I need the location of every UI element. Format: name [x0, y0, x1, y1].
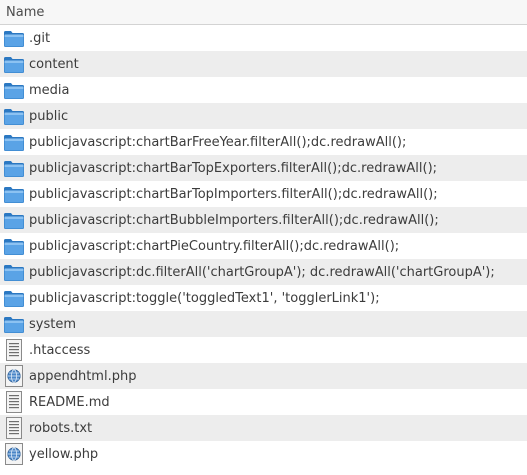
- file-name: .git: [29, 30, 51, 46]
- folder-icon: [3, 27, 25, 49]
- text-file-icon: [3, 339, 25, 361]
- folder-icon: [3, 209, 25, 231]
- folder-icon: [3, 53, 25, 75]
- file-name: publicjavascript:chartBarFreeYear.filter…: [29, 134, 407, 150]
- file-name: system: [29, 316, 76, 332]
- file-row[interactable]: publicjavascript:chartPieCountry.filterA…: [0, 233, 527, 259]
- file-row[interactable]: public: [0, 103, 527, 129]
- folder-icon: [3, 105, 25, 127]
- file-name: appendhtml.php: [29, 368, 137, 384]
- file-row[interactable]: robots.txt: [0, 415, 527, 441]
- folder-icon: [3, 131, 25, 153]
- file-name: publicjavascript:dc.filterAll('chartGrou…: [29, 264, 495, 280]
- folder-icon: [3, 79, 25, 101]
- file-name: README.md: [29, 394, 110, 410]
- file-row[interactable]: publicjavascript:chartBarFreeYear.filter…: [0, 129, 527, 155]
- file-row[interactable]: .git: [0, 25, 527, 51]
- text-file-icon: [3, 417, 25, 439]
- column-header-label: Name: [6, 4, 45, 20]
- file-row[interactable]: content: [0, 51, 527, 77]
- column-header-name[interactable]: Name: [0, 0, 527, 25]
- folder-icon: [3, 157, 25, 179]
- folder-icon: [3, 235, 25, 257]
- file-row[interactable]: publicjavascript:toggle('toggledText1', …: [0, 285, 527, 311]
- folder-icon: [3, 261, 25, 283]
- folder-icon: [3, 313, 25, 335]
- file-name: publicjavascript:chartBarTopExporters.fi…: [29, 160, 438, 176]
- file-row[interactable]: media: [0, 77, 527, 103]
- file-name: content: [29, 56, 79, 72]
- file-row[interactable]: system: [0, 311, 527, 337]
- file-name: robots.txt: [29, 420, 93, 436]
- file-name: publicjavascript:chartPieCountry.filterA…: [29, 238, 400, 254]
- file-row[interactable]: .htaccess: [0, 337, 527, 363]
- text-file-icon: [3, 391, 25, 413]
- file-name: publicjavascript:chartBubbleImporters.fi…: [29, 212, 439, 228]
- file-name: publicjavascript:chartBarTopImporters.fi…: [29, 186, 438, 202]
- web-file-icon: [3, 443, 25, 465]
- file-name: publicjavascript:toggle('toggledText1', …: [29, 290, 380, 306]
- file-row[interactable]: publicjavascript:chartBarTopExporters.fi…: [0, 155, 527, 181]
- file-name: media: [29, 82, 70, 98]
- file-row[interactable]: publicjavascript:chartBubbleImporters.fi…: [0, 207, 527, 233]
- file-name: .htaccess: [29, 342, 91, 358]
- file-row[interactable]: appendhtml.php: [0, 363, 527, 389]
- file-row[interactable]: publicjavascript:dc.filterAll('chartGrou…: [0, 259, 527, 285]
- file-row[interactable]: yellow.php: [0, 441, 527, 467]
- file-row[interactable]: README.md: [0, 389, 527, 415]
- web-file-icon: [3, 365, 25, 387]
- folder-icon: [3, 287, 25, 309]
- file-row[interactable]: publicjavascript:chartBarTopImporters.fi…: [0, 181, 527, 207]
- file-list: .git content media public publicjavascript:c…: [0, 25, 527, 475]
- folder-icon: [3, 183, 25, 205]
- file-name: public: [29, 108, 69, 124]
- file-name: yellow.php: [29, 446, 99, 462]
